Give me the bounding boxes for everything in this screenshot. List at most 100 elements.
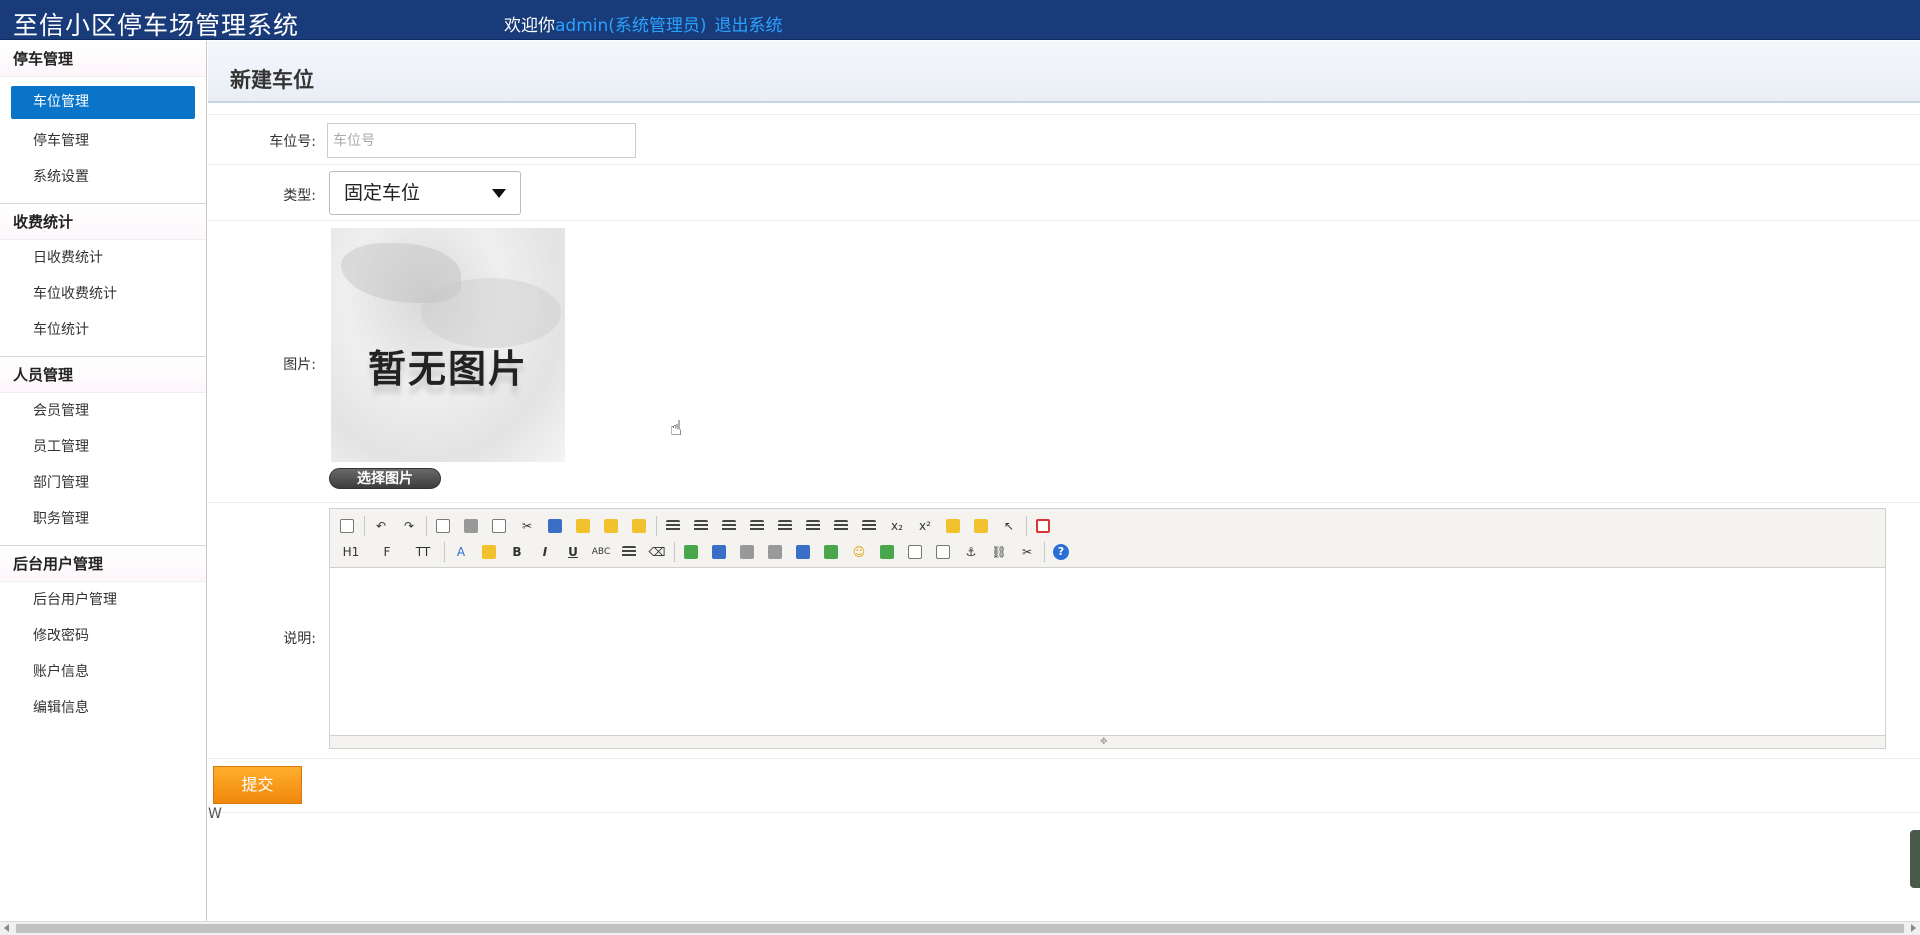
nav-group-title[interactable]: 后台用户管理 [0, 546, 206, 582]
form-row-image: 图片: 暂无图片 选择图片 [208, 221, 1920, 503]
chevron-down-icon [492, 189, 506, 198]
media-icon[interactable] [736, 541, 758, 563]
italic-icon[interactable]: I [534, 541, 556, 563]
form-row-submit: 提交 [208, 759, 1920, 813]
app-title: 至信小区停车场管理系统 [13, 11, 300, 40]
sidebar-item-space-fees[interactable]: 车位收费统计 [11, 276, 195, 312]
nav-group-title[interactable]: 收费统计 [0, 204, 206, 240]
help-icon[interactable]: ? [1050, 541, 1072, 563]
description-label: 说明: [283, 631, 316, 647]
table-icon[interactable] [792, 541, 814, 563]
redo-icon[interactable]: ↷ [398, 515, 420, 537]
outdent-icon[interactable] [858, 515, 880, 537]
undo-icon[interactable]: ↶ [370, 515, 392, 537]
unordered-list-icon[interactable] [802, 515, 824, 537]
sidebar-item-daily-fees[interactable]: 日收费统计 [11, 240, 195, 276]
type-select[interactable]: 固定车位 [329, 171, 521, 215]
sidebar-item-positions[interactable]: 职务管理 [11, 501, 195, 537]
logout-link[interactable]: 退出系统 [715, 16, 783, 36]
sidebar-item-account-info[interactable]: 账户信息 [11, 654, 195, 690]
align-left-icon[interactable] [662, 515, 684, 537]
page-header: 新建车位 [208, 41, 1920, 103]
submit-button[interactable]: 提交 [213, 766, 302, 804]
indent-icon[interactable] [830, 515, 852, 537]
paste-text-icon[interactable] [600, 515, 622, 537]
align-right-icon[interactable] [718, 515, 740, 537]
font-size-icon[interactable]: TT [408, 541, 438, 563]
sidebar-item-edit-info[interactable]: 编辑信息 [11, 690, 195, 726]
copy-icon[interactable] [544, 515, 566, 537]
nav-group-fees: 收费统计 日收费统计 车位收费统计 车位统计 [0, 204, 206, 357]
toolbar-row-1: ↶ ↷ ✂ x₂ x² ↖ [336, 513, 1879, 539]
select-all-icon[interactable]: ↖ [998, 515, 1020, 537]
code-icon[interactable] [904, 541, 926, 563]
flash-icon[interactable] [708, 541, 730, 563]
align-justify-icon[interactable] [746, 515, 768, 537]
image-label: 图片: [283, 357, 316, 373]
welcome-text: 欢迎你 [504, 16, 555, 36]
emoticon-icon[interactable]: ☺ [848, 541, 870, 563]
preview-icon[interactable] [432, 515, 454, 537]
unlink-icon[interactable]: ✂ [1016, 541, 1038, 563]
scrollbar-thumb[interactable] [16, 924, 1904, 933]
align-center-icon[interactable] [690, 515, 712, 537]
print-icon[interactable] [460, 515, 482, 537]
sidebar-item-space-management[interactable]: 车位管理 [11, 86, 195, 119]
font-family-icon[interactable]: F [372, 541, 402, 563]
sidebar-item-departments[interactable]: 部门管理 [11, 465, 195, 501]
divider [208, 103, 1920, 115]
nav-group-staff: 人员管理 会员管理 员工管理 部门管理 职务管理 [0, 357, 206, 546]
resize-grip-icon[interactable]: ✥ [1100, 738, 1114, 747]
form-row-number: 车位号: [208, 115, 1920, 165]
sidebar-item-system-settings[interactable]: 系统设置 [11, 159, 195, 195]
line-height-icon[interactable] [618, 541, 640, 563]
bold-icon[interactable]: B [506, 541, 528, 563]
toolbar-row-2: H1 F TT A B I U ABC ⌫ ☺ ⚓ ⛓ ✂ ? [336, 539, 1879, 565]
superscript-icon[interactable]: x² [914, 515, 936, 537]
heading-icon[interactable]: H1 [336, 541, 366, 563]
subscript-icon[interactable]: x₂ [886, 515, 908, 537]
welcome-bar: 欢迎你admin(系统管理员) 退出系统 [504, 11, 783, 36]
underline-icon[interactable]: U [562, 541, 584, 563]
anchor-icon[interactable]: ⚓ [960, 541, 982, 563]
fullscreen-icon[interactable] [1032, 515, 1054, 537]
paste-word-icon[interactable] [628, 515, 650, 537]
ordered-list-icon[interactable] [774, 515, 796, 537]
source-icon[interactable] [336, 515, 358, 537]
editor-toolbar: ↶ ↷ ✂ x₂ x² ↖ H1 F TT A B I U ABC ⌫ ☺ ⚓ … [330, 509, 1885, 568]
editor-content-area[interactable] [330, 568, 1885, 735]
sidebar-item-employees[interactable]: 员工管理 [11, 429, 195, 465]
sidebar-item-change-password[interactable]: 修改密码 [11, 618, 195, 654]
image-icon[interactable] [876, 541, 898, 563]
nav-group-title[interactable]: 人员管理 [0, 357, 206, 393]
quick-format-icon[interactable] [970, 515, 992, 537]
space-number-input[interactable] [327, 123, 636, 158]
nav-group-title[interactable]: 停车管理 [0, 41, 206, 77]
cut-icon[interactable]: ✂ [516, 515, 538, 537]
page-break-icon[interactable] [932, 541, 954, 563]
scroll-left-icon[interactable] [4, 924, 9, 932]
horizontal-scrollbar[interactable] [0, 921, 1920, 935]
sidebar-item-space-stats[interactable]: 车位统计 [11, 312, 195, 348]
scroll-right-icon[interactable] [1911, 924, 1916, 932]
eraser-icon[interactable]: ⌫ [646, 541, 668, 563]
font-color-icon[interactable]: A [450, 541, 472, 563]
template-icon[interactable] [488, 515, 510, 537]
attachment-icon[interactable] [764, 541, 786, 563]
side-scroll-handle[interactable] [1910, 830, 1920, 888]
clear-format-icon[interactable] [942, 515, 964, 537]
horizontal-rule-icon[interactable] [820, 541, 842, 563]
sidebar-item-parking-management[interactable]: 停车管理 [11, 123, 195, 159]
sidebar-item-admin-users[interactable]: 后台用户管理 [11, 582, 195, 618]
highlight-color-icon[interactable] [478, 541, 500, 563]
editor-statusbar: ✥ [330, 735, 1885, 748]
image-upload-icon[interactable] [680, 541, 702, 563]
type-select-value: 固定车位 [344, 182, 421, 204]
form-row-type: 类型: 固定车位 [208, 165, 1920, 221]
strikethrough-icon[interactable]: ABC [590, 541, 612, 563]
nav-group-admin: 后台用户管理 后台用户管理 修改密码 账户信息 编辑信息 [0, 546, 206, 734]
choose-image-button[interactable]: 选择图片 [329, 468, 441, 489]
sidebar-item-members[interactable]: 会员管理 [11, 393, 195, 429]
link-icon[interactable]: ⛓ [988, 541, 1010, 563]
paste-icon[interactable] [572, 515, 594, 537]
